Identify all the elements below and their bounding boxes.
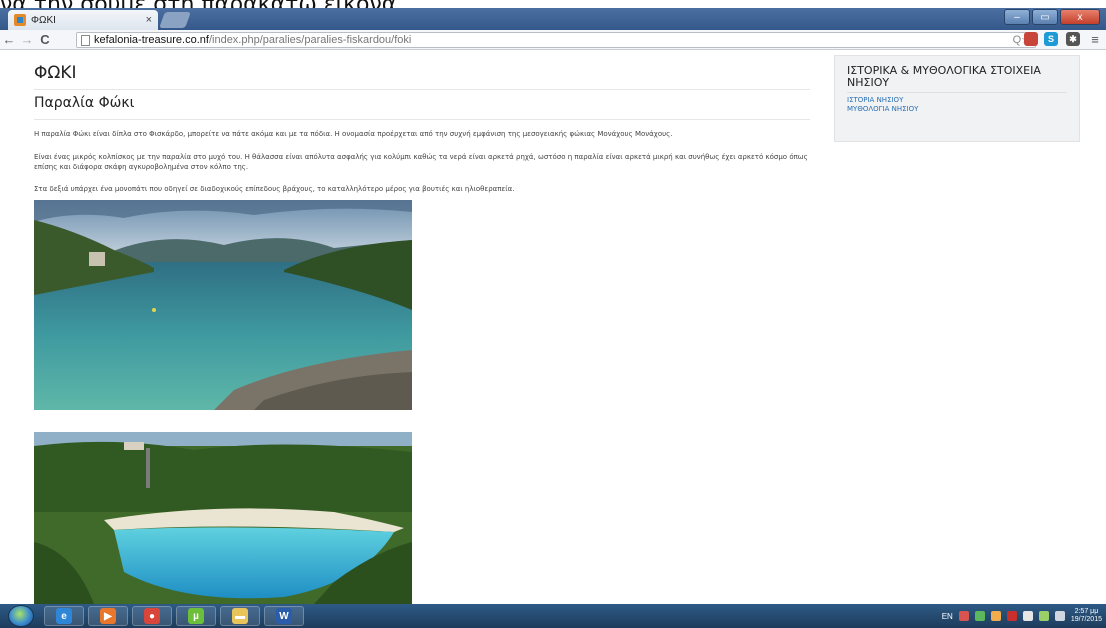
url-path: /index.php/paralies/paralies-fiskardou/f… (208, 34, 412, 46)
internet-explorer-icon: e (56, 608, 72, 624)
folder-icon: ▬ (232, 608, 248, 624)
sidebar-link-mythology[interactable]: ΜΥΘΟΛΟΓΙΑ ΝΗΣΙΟΥ (847, 105, 1067, 114)
taskbar-button[interactable]: e (44, 606, 84, 626)
sidebar-title: ΙΣΤΟΡΙΚΑ & ΜΥΘΟΛΟΓΙΚΑ ΣΤΟΙΧΕΙΑ ΝΗΣΙΟΥ (847, 64, 1041, 89)
skype-extension-icon[interactable]: S (1044, 32, 1058, 46)
clock-time: 2:57 μμ (1074, 608, 1099, 615)
forward-button[interactable]: → (18, 32, 36, 47)
taskbar-button[interactable]: W (264, 606, 304, 626)
url-host: kefalonia-treasure.co.nf (94, 34, 209, 46)
article-subtitle: Παραλία Φώκι (34, 95, 135, 111)
action-center-flag-icon[interactable] (1022, 611, 1033, 621)
tray-app-icon[interactable] (1006, 611, 1017, 621)
subtitle-divider (34, 119, 810, 120)
windows-taskbar: e ▶ ● µ ▬ W EN 2:57 μμ 19/7/2015 (0, 604, 1106, 628)
paragraph-description: Είναι ένας μικρός κολπίσκος με την παραλ… (34, 153, 808, 171)
tray-app-icon[interactable] (958, 611, 969, 621)
tray-app-icon[interactable] (990, 611, 1001, 621)
sidebar-module: ΙΣΤΟΡΙΚΑ & ΜΥΘΟΛΟΓΙΚΑ ΣΤΟΙΧΕΙΑ ΝΗΣΙΟΥ ΙΣ… (834, 55, 1080, 142)
paragraph-path: Στα δεξιά υπάρχει ένα μονοπάτι που οδηγε… (34, 185, 515, 193)
system-tray: EN 2:57 μμ 19/7/2015 (942, 604, 1102, 628)
adblock-extension-icon[interactable] (1024, 32, 1038, 46)
sidebar-divider (847, 92, 1067, 93)
utorrent-icon: µ (188, 608, 204, 624)
clock-date: 19/7/2015 (1070, 616, 1102, 623)
window-controls: – ▭ x (1004, 9, 1100, 25)
joomla-favicon-icon (14, 14, 26, 26)
page-title: ΦΩΚΙ (34, 63, 77, 83)
chrome-menu-icon[interactable]: ≡ (1086, 32, 1104, 47)
paragraph-intro: Η παραλία Φώκι είναι δίπλα στο Φισκάρδο,… (34, 130, 673, 138)
media-player-icon: ▶ (100, 608, 116, 624)
reload-button[interactable]: C (36, 32, 54, 47)
bay-photo (34, 200, 412, 410)
new-tab-button[interactable] (159, 12, 191, 28)
word-icon: W (276, 608, 292, 624)
taskbar-button[interactable]: ● (132, 606, 172, 626)
title-divider (34, 89, 810, 90)
close-window-button[interactable]: x (1060, 9, 1100, 25)
taskbar-button[interactable]: ▶ (88, 606, 128, 626)
chrome-icon: ● (144, 608, 160, 624)
tab-close-icon[interactable]: × (146, 14, 152, 26)
tray-app-icon[interactable] (974, 611, 985, 621)
taskbar-button[interactable]: ▬ (220, 606, 260, 626)
address-bar[interactable]: kefalonia-treasure.co.nf/index.php/paral… (76, 32, 1036, 48)
restore-button[interactable]: ▭ (1032, 9, 1058, 25)
browser-toolbar: ← → C kefalonia-treasure.co.nf/index.php… (0, 30, 1106, 50)
taskbar-button[interactable]: µ (176, 606, 216, 626)
page-content: ΦΩΚΙ Παραλία Φώκι Η παραλία Φώκι είναι δ… (0, 51, 1106, 604)
beach-photo (34, 432, 412, 604)
start-button[interactable] (8, 605, 34, 627)
volume-icon[interactable] (1054, 611, 1065, 621)
system-clock[interactable]: 2:57 μμ 19/7/2015 (1071, 608, 1102, 624)
puzzle-extension-icon[interactable]: ✱ (1066, 32, 1080, 46)
browser-titlebar: ΦΩΚΙ × – ▭ x (0, 8, 1106, 30)
network-icon[interactable] (1038, 611, 1049, 621)
tab-title: ΦΩΚΙ (31, 14, 56, 26)
page-icon (81, 34, 90, 46)
language-indicator[interactable]: EN (942, 612, 953, 621)
minimize-button[interactable]: – (1004, 9, 1030, 25)
back-button[interactable]: ← (0, 32, 18, 47)
sidebar-link-history[interactable]: ΙΣΤΟΡΙΑ ΝΗΣΙΟΥ (847, 96, 1067, 105)
browser-tab[interactable]: ΦΩΚΙ × (8, 10, 158, 30)
